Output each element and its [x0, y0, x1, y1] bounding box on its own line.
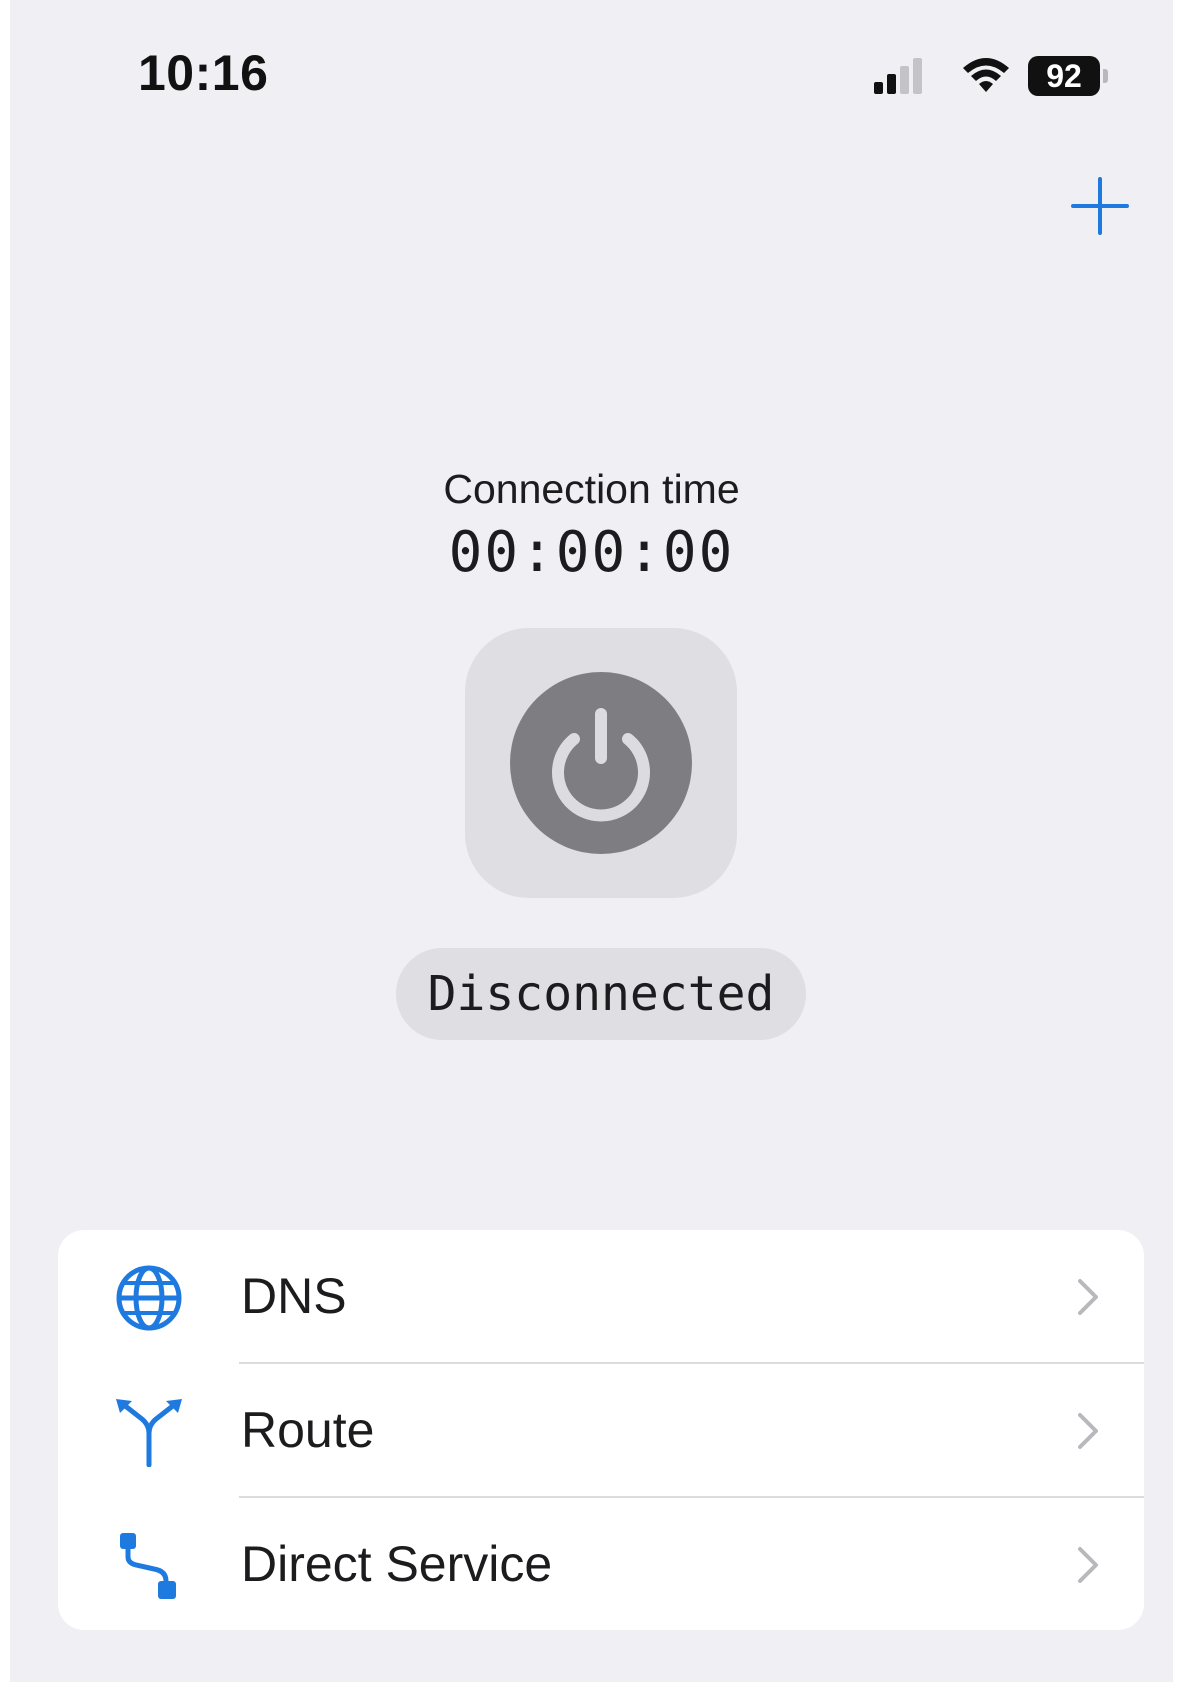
battery-cap: [1103, 69, 1108, 83]
direct-path-icon: [120, 1533, 176, 1599]
settings-row-label: Route: [241, 1402, 375, 1458]
app-screen: 10:16 92 Connection time 00:00:00 Discon…: [10, 0, 1173, 1682]
chevron-right-icon: [1078, 1279, 1098, 1315]
connection-timer: 00:00:00: [448, 520, 735, 585]
status-time: 10:16: [138, 45, 269, 101]
cellular-signal-icon: [874, 58, 922, 94]
chevron-right-icon: [1078, 1413, 1098, 1449]
settings-row-dns[interactable]: DNS: [58, 1230, 1144, 1363]
route-split-icon: [116, 1399, 182, 1467]
settings-list: DNS Route Direct Service: [58, 1230, 1144, 1630]
add-button[interactable]: [1070, 176, 1130, 236]
globe-icon: [116, 1265, 182, 1331]
battery-indicator: 92: [1028, 56, 1110, 96]
settings-row-direct-service[interactable]: Direct Service: [58, 1498, 1144, 1630]
power-icon: [552, 708, 650, 822]
settings-row-label: Direct Service: [241, 1536, 553, 1592]
power-button-circle: [510, 672, 692, 854]
settings-row-label: DNS: [241, 1268, 347, 1324]
connection-status-badge: Disconnected: [396, 948, 806, 1040]
chevron-right-icon: [1078, 1547, 1098, 1583]
power-button[interactable]: [465, 628, 737, 898]
battery-level: 92: [1028, 56, 1100, 96]
wifi-icon: [963, 58, 1009, 92]
status-bar: 10:16 92: [10, 0, 1173, 150]
settings-row-route[interactable]: Route: [58, 1364, 1144, 1497]
plus-icon: [1071, 177, 1129, 235]
connection-time-label: Connection time: [443, 466, 740, 512]
